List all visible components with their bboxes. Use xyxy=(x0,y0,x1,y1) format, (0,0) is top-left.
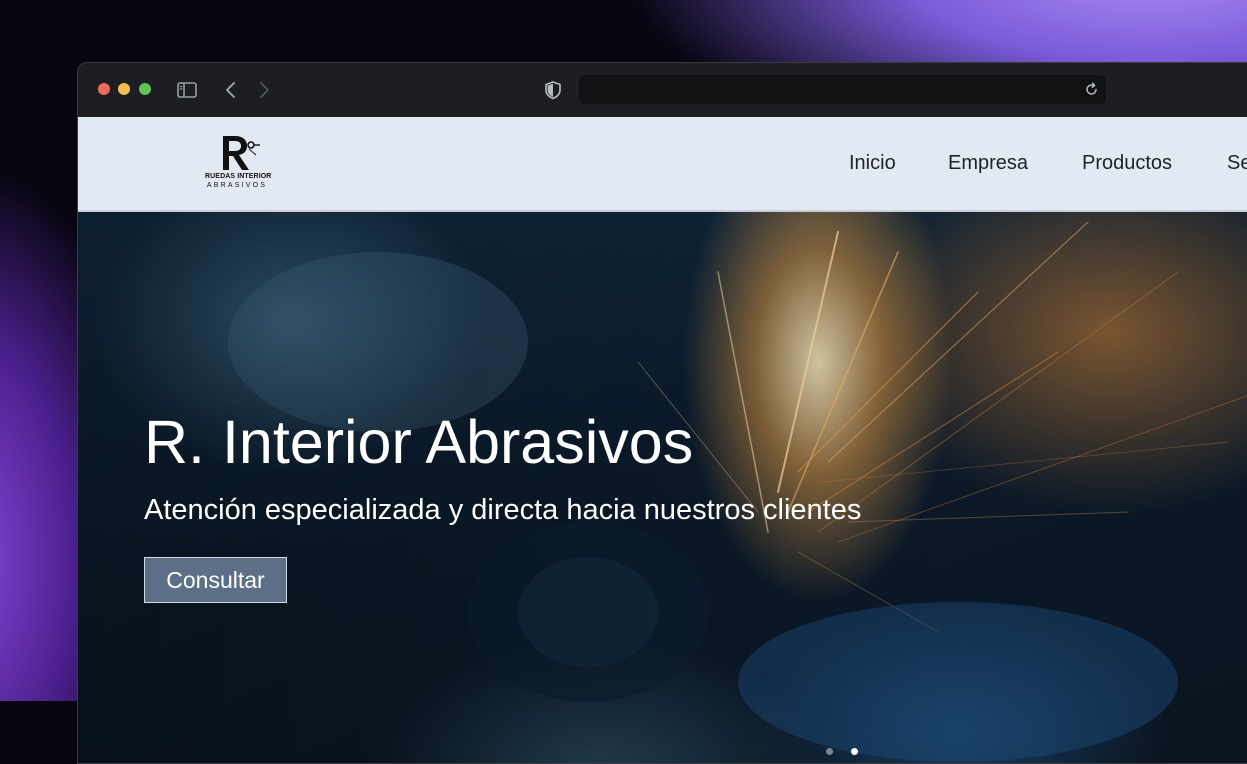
site-header: RUEDAS INTERIOR ABRASIVOS Inicio Empresa… xyxy=(78,117,1247,212)
site-logo[interactable]: RUEDAS INTERIOR ABRASIVOS xyxy=(205,131,272,195)
reload-icon[interactable] xyxy=(1083,81,1100,98)
nav-link-empresa[interactable]: Empresa xyxy=(948,152,1028,176)
nav-link-servicios[interactable]: Se xyxy=(1227,152,1247,176)
shield-icon[interactable] xyxy=(542,79,564,101)
back-icon[interactable] xyxy=(220,79,242,101)
address-input[interactable] xyxy=(589,79,1073,101)
browser-toolbar xyxy=(78,63,1247,117)
consultar-button[interactable]: Consultar xyxy=(144,557,287,603)
sidebar-icon[interactable] xyxy=(176,79,198,101)
carousel-indicator-1[interactable] xyxy=(826,748,833,755)
minimize-window-button[interactable] xyxy=(118,83,130,95)
hero-carousel: R. Interior Abrasivos Atención especiali… xyxy=(78,212,1247,763)
hero-overlay xyxy=(78,212,1247,763)
logo-mark-icon xyxy=(218,131,260,173)
nav-link-inicio[interactable]: Inicio xyxy=(849,152,896,176)
carousel-indicator-2[interactable] xyxy=(851,748,858,755)
nav-link-productos[interactable]: Productos xyxy=(1082,152,1172,176)
page-viewport: RUEDAS INTERIOR ABRASIVOS Inicio Empresa… xyxy=(78,117,1247,763)
logo-text-bottom: ABRASIVOS xyxy=(206,182,268,189)
maximize-window-button[interactable] xyxy=(139,83,151,95)
browser-window: RUEDAS INTERIOR ABRASIVOS Inicio Empresa… xyxy=(77,62,1247,764)
forward-icon[interactable] xyxy=(253,79,275,101)
logo-text-top: RUEDAS INTERIOR xyxy=(205,173,272,180)
address-bar[interactable] xyxy=(579,75,1106,104)
hero-title: R. Interior Abrasivos xyxy=(144,408,694,476)
hero-subtitle: Atención especializada y directa hacia n… xyxy=(144,494,862,526)
close-window-button[interactable] xyxy=(98,83,110,95)
